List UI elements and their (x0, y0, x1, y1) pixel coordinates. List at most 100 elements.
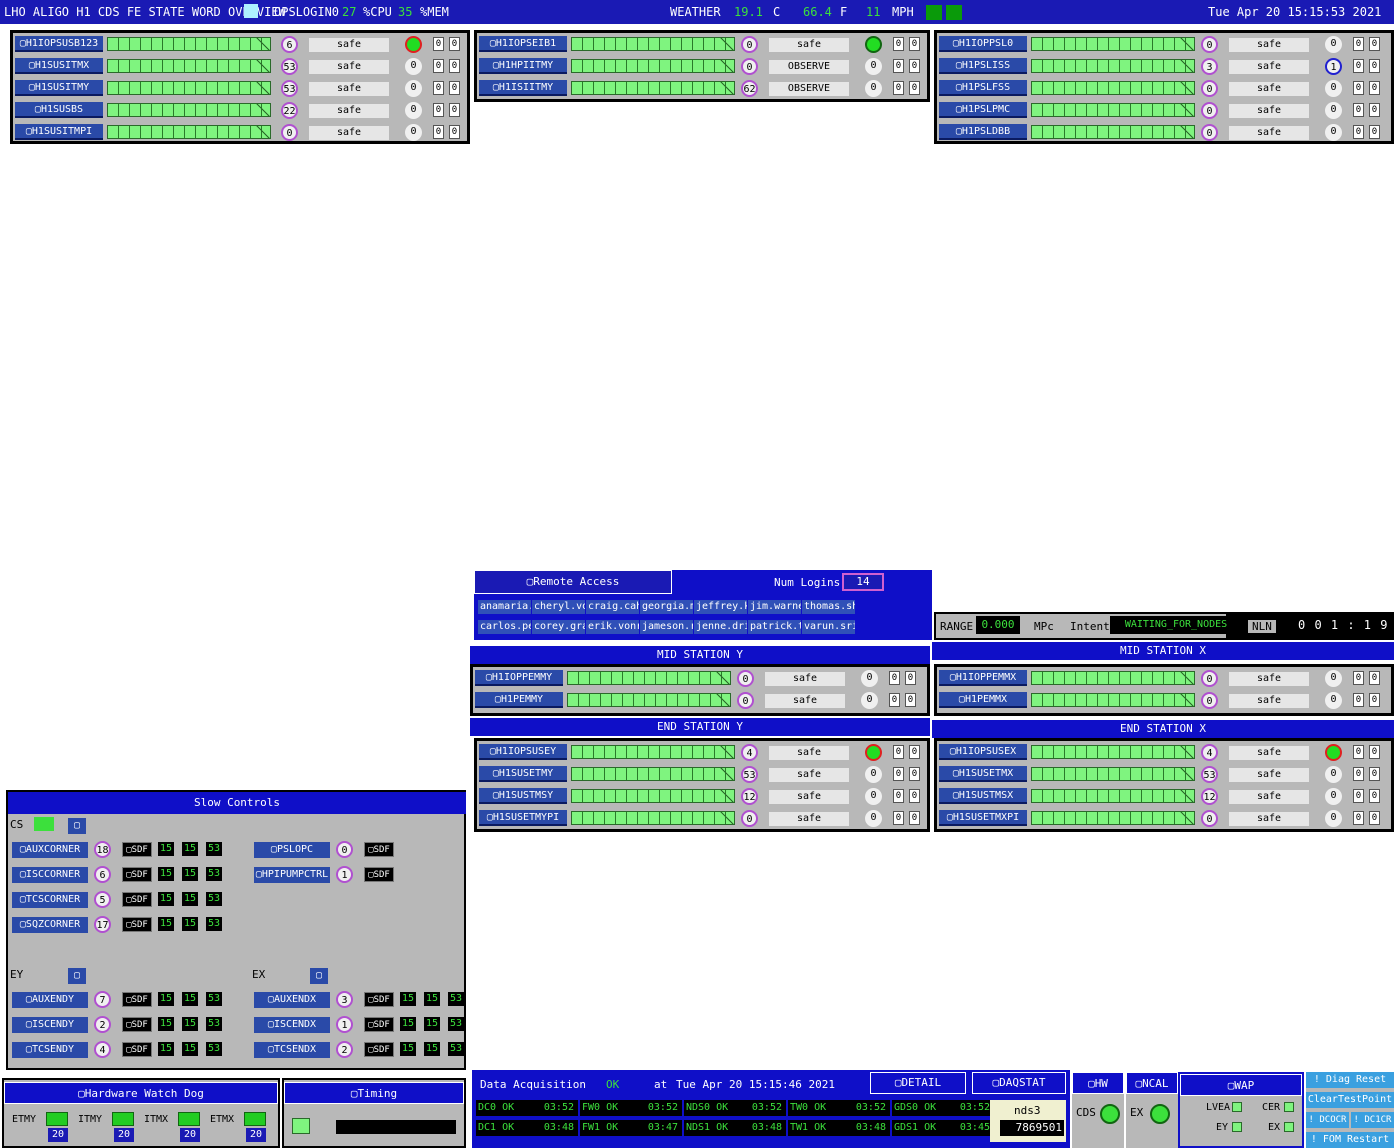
sdf-button[interactable]: ▢SDF (122, 917, 152, 932)
sdf-diff-count: 0 (336, 841, 353, 858)
model-button[interactable]: ▢H1IOPSEIB1 (479, 36, 567, 52)
model-button[interactable]: ▢H1SUSBS (15, 102, 103, 118)
green-indicator: 53 (448, 1042, 464, 1056)
sdf-button[interactable]: ▢SDF (364, 842, 394, 857)
fom-restart-button[interactable]: ! FOM Restart (1306, 1132, 1394, 1148)
sdf-model-button[interactable]: ▢TCSENDX (254, 1042, 330, 1058)
counter-a: 0 (893, 37, 904, 51)
state-word-bar (1031, 811, 1195, 825)
sdf-model-button[interactable]: ▢PSLOPC (254, 842, 330, 858)
sdf-button[interactable]: ▢SDF (122, 992, 152, 1007)
cs-open-button[interactable]: ▢ (68, 818, 86, 834)
wap-button[interactable]: ▢WAP (1180, 1074, 1302, 1096)
sdf-diff-count: 18 (94, 841, 111, 858)
sdf-button[interactable]: ▢SDF (122, 867, 152, 882)
state-word-bar (1031, 789, 1195, 803)
model-button[interactable]: ▢H1HPIITMY (479, 58, 567, 74)
daq-node-status: NDS0 OK 03:52 (684, 1100, 786, 1116)
hardware-watchdog-button[interactable]: ▢Hardware Watch Dog (4, 1082, 278, 1104)
daq-node: DC0 OK (478, 1102, 515, 1113)
model-name: H1SUSETMX (958, 768, 1014, 779)
error-count: 0 (1201, 124, 1218, 141)
sdf-model-button[interactable]: ▢AUXCORNER (12, 842, 88, 858)
daq-stat-button[interactable]: ▢DAQSTAT (972, 1072, 1066, 1094)
daq-node-status: TW0 OK 03:52 (788, 1100, 890, 1116)
daq-node: FW1 OK (582, 1122, 619, 1133)
model-button[interactable]: ▢H1IOPPEMMY (475, 670, 563, 686)
sdf-button[interactable]: ▢SDF (122, 892, 152, 907)
model-button[interactable]: ▢H1SUSITMX (15, 58, 103, 74)
sdf-button[interactable]: ▢SDF (364, 1042, 394, 1057)
remote-access-button[interactable]: ▢Remote Access (474, 570, 672, 594)
daq-detail-button[interactable]: ▢DETAIL (870, 1072, 966, 1094)
sdf-model-button[interactable]: ▢TCSENDY (12, 1042, 88, 1058)
sdf-diff-count: 0 (865, 788, 882, 805)
model-button[interactable]: ▢H1SUSETMY (479, 766, 567, 782)
model-button[interactable]: ▢H1PSLFSS (939, 80, 1027, 96)
sdf-button[interactable]: ▢SDF (364, 1017, 394, 1032)
clock: Tue Apr 20 15:15:53 2021 (1208, 5, 1382, 19)
watchdog-label: ITMX (144, 1114, 169, 1125)
sdf-button[interactable]: ▢SDF (364, 867, 394, 882)
guardian-state: OBSERVE (769, 82, 849, 96)
counter-b: 0 (1369, 745, 1380, 759)
guardian-state: safe (769, 790, 849, 804)
counter-b: 0 (1369, 81, 1380, 95)
lvea-label: LVEA (1206, 1102, 1231, 1113)
sdf-model-button[interactable]: ▢ISCENDY (12, 1017, 88, 1033)
sdf-model-button[interactable]: ▢AUXENDX (254, 992, 330, 1008)
model-button[interactable]: ▢H1SUSETMXPI (939, 810, 1027, 826)
green-indicator: 53 (206, 842, 222, 856)
model-button[interactable]: ▢H1SUSTMSX (939, 788, 1027, 804)
ey-open-button[interactable]: ▢ (68, 968, 86, 984)
model-button[interactable]: ▢H1IOPSUSB123 (15, 36, 103, 52)
sdf-model-button[interactable]: ▢ISCCORNER (12, 867, 88, 883)
model-button[interactable]: ▢H1SUSTMSY (479, 788, 567, 804)
model-button[interactable]: ▢H1PSLDBB (939, 124, 1027, 140)
sdf-model-button[interactable]: ▢ISCENDX (254, 1017, 330, 1033)
sdf-model-button[interactable]: ▢HPIPUMPCTRL (254, 867, 330, 883)
sdf-button[interactable]: ▢SDF (122, 842, 152, 857)
hw-button[interactable]: ▢HW (1072, 1072, 1124, 1094)
cer-label: CER (1262, 1102, 1281, 1113)
model-button[interactable]: ▢H1PSLPMC (939, 102, 1027, 118)
clear-testpoint-button[interactable]: ClearTestPoint (1306, 1092, 1394, 1108)
model-button[interactable]: ▢H1SUSETMYPI (479, 810, 567, 826)
model-button[interactable]: ▢H1ISIITMY (479, 80, 567, 96)
mid-station-y-panel: ▢H1IOPPEMMY 0 safe 0 0 0 ▢H1PEMMY 0 safe 0 0 0 (470, 664, 930, 716)
model-button[interactable]: ▢H1IOPPSL0 (939, 36, 1027, 52)
counter-a: 0 (893, 811, 904, 825)
model-name: H1HPIITMY (498, 60, 554, 71)
sdf-button[interactable]: ▢SDF (122, 1017, 152, 1032)
daq-node-status: GDS1 OK 03:45 (892, 1120, 994, 1136)
model-button[interactable]: ▢H1IOPPEMMX (939, 670, 1027, 686)
ncal-button[interactable]: ▢NCAL (1126, 1072, 1178, 1094)
model-button[interactable]: ▢H1SUSITMY (15, 80, 103, 96)
sdf-diff-count: 0 (1325, 102, 1342, 119)
wind-speed: 11 (866, 5, 881, 19)
ex-led-2 (1284, 1122, 1294, 1132)
model-button[interactable]: ▢H1PSLISS (939, 58, 1027, 74)
diag-reset-button[interactable]: ! Diag Reset (1306, 1072, 1394, 1088)
counter-a: 0 (433, 37, 444, 51)
dc1cr-button[interactable]: ! DC1CR (1351, 1112, 1394, 1128)
ex-open-button[interactable]: ▢ (310, 968, 328, 984)
sdf-button[interactable]: ▢SDF (122, 1042, 152, 1057)
sdf-model-button[interactable]: ▢AUXENDY (12, 992, 88, 1008)
watchdog-label: ETMX (210, 1114, 235, 1125)
timing-button[interactable]: ▢Timing (284, 1082, 464, 1104)
sdf-diff-count: 6 (94, 866, 111, 883)
sdf-model-button[interactable]: ▢TCSCORNER (12, 892, 88, 908)
model-button[interactable]: ▢H1IOPSUSEX (939, 744, 1027, 760)
model-name: H1PSLPMC (961, 104, 1011, 115)
model-button[interactable]: ▢H1PEMMY (475, 692, 563, 708)
dcocr-button[interactable]: ! DCOCR (1306, 1112, 1349, 1128)
model-button[interactable]: ▢H1SUSETMX (939, 766, 1027, 782)
sdf-diff-count: 0 (405, 124, 422, 141)
model-button[interactable]: ▢H1IOPSUSEY (479, 744, 567, 760)
model-button[interactable]: ▢H1SUSITMPI (15, 124, 103, 140)
model-button[interactable]: ▢H1PEMMX (939, 692, 1027, 708)
sdf-button[interactable]: ▢SDF (364, 992, 394, 1007)
sdf-model-button[interactable]: ▢SQZCORNER (12, 917, 88, 933)
sdf-diff-count: 0 (865, 58, 882, 75)
